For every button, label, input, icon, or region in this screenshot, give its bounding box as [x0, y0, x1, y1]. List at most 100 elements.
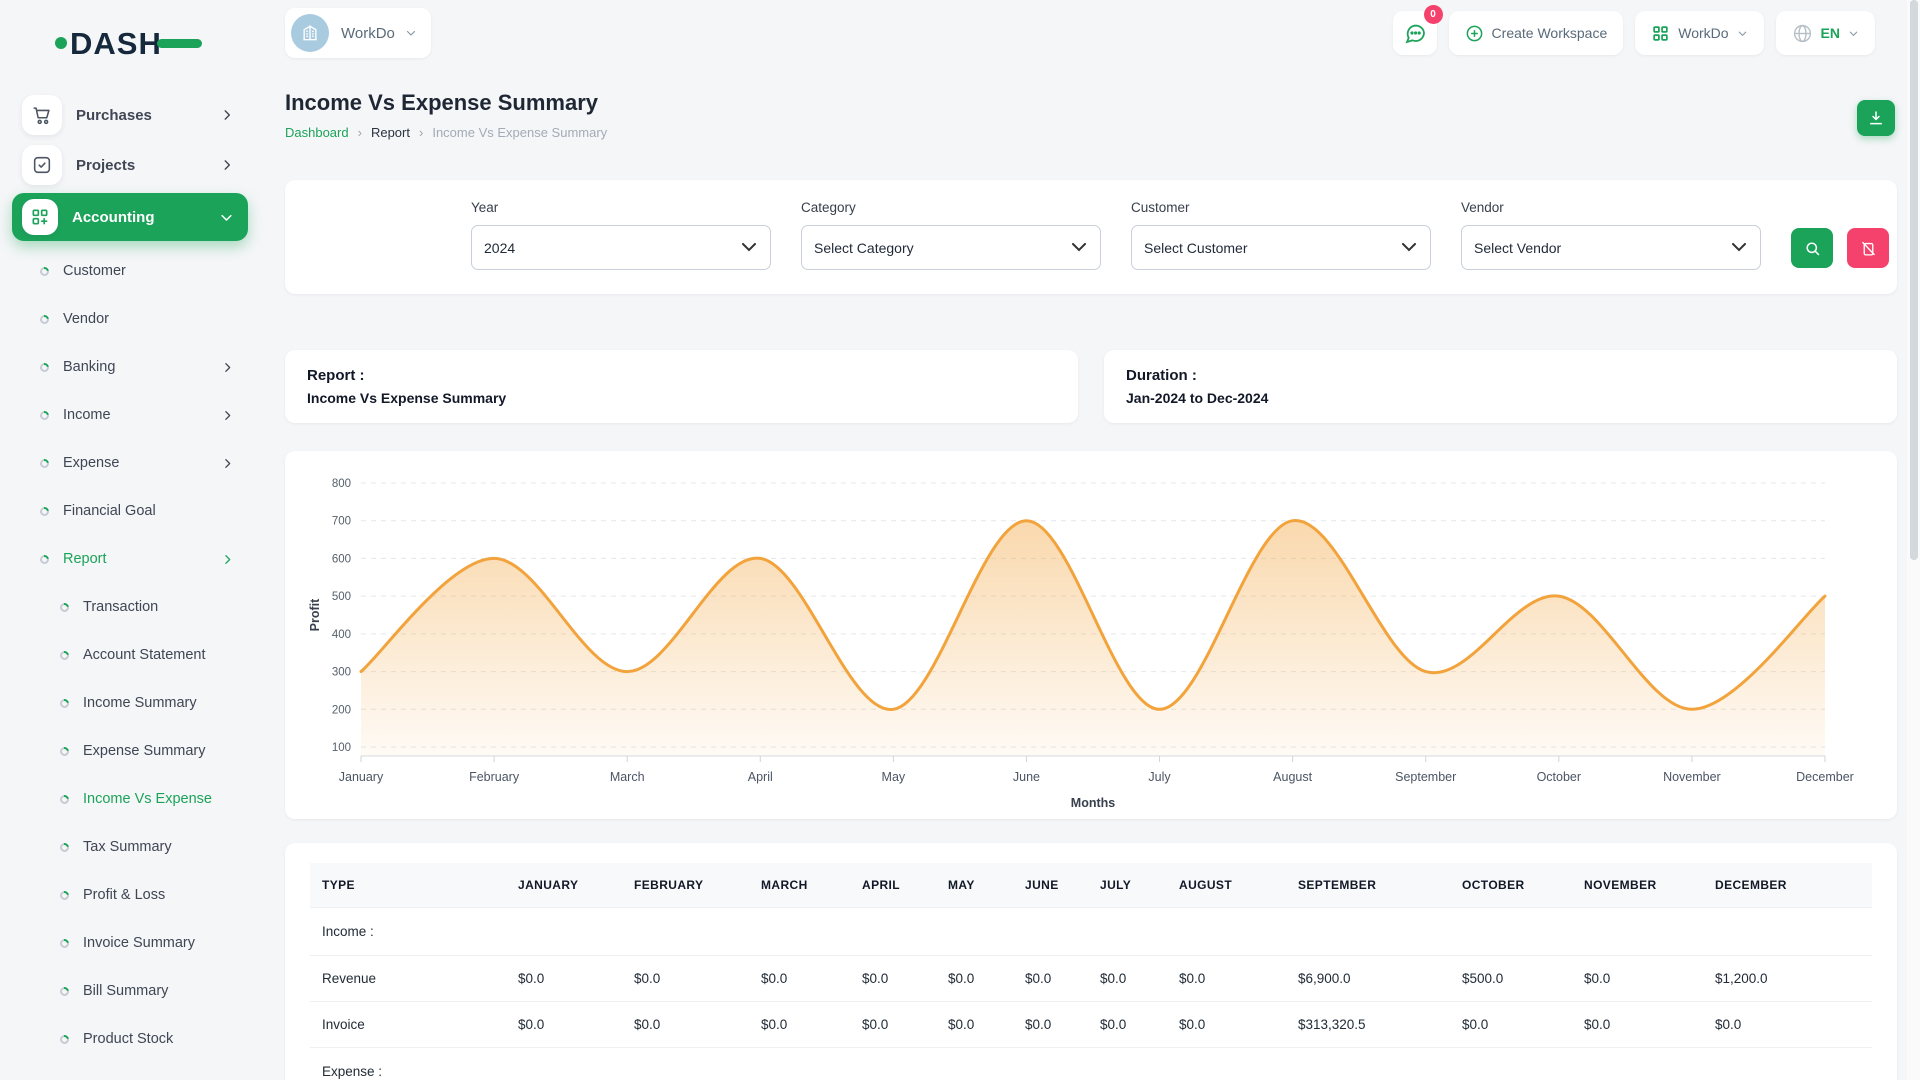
- category-select[interactable]: Select Category: [801, 225, 1101, 270]
- sidebar-item-vendor[interactable]: Vendor: [0, 295, 260, 343]
- status-ring-icon: [38, 313, 51, 326]
- dash-logo-icon: DASH: [54, 22, 204, 64]
- sidebar-item-profit-loss[interactable]: Profit & Loss: [0, 871, 260, 919]
- sidebar-item-accounting[interactable]: Accounting: [12, 193, 248, 241]
- vendor-label: Vendor: [1461, 200, 1761, 215]
- sidebar-item-expense-summary[interactable]: Expense Summary: [0, 727, 260, 775]
- sidebar-item-cash-flow[interactable]: Cash Flow: [0, 1063, 260, 1080]
- svg-text:June: June: [1013, 770, 1040, 784]
- chevron-down-icon: [405, 27, 417, 39]
- table-header-february: FEBRUARY: [622, 863, 749, 908]
- cell-value: $0.0: [850, 956, 936, 1002]
- sidebar-item-product-stock[interactable]: Product Stock: [0, 1015, 260, 1063]
- sidebar-item-label: Vendor: [63, 311, 109, 327]
- cell-value: $0.0: [749, 956, 850, 1002]
- cell-value: $0.0: [936, 1002, 1013, 1048]
- cell-value: $0.0: [622, 1002, 749, 1048]
- cell-value: $0.0: [506, 956, 622, 1002]
- chevron-right-icon: [221, 457, 234, 470]
- sidebar-item-label: Financial Goal: [63, 503, 156, 519]
- breadcrumb-report[interactable]: Report: [371, 125, 410, 140]
- scrollbar-thumb[interactable]: [1910, 0, 1918, 560]
- page-scrollbar[interactable]: [1907, 0, 1920, 1080]
- sidebar-item-account-statement[interactable]: Account Statement: [0, 631, 260, 679]
- messages-button[interactable]: 0: [1393, 11, 1437, 55]
- download-button[interactable]: [1857, 100, 1895, 136]
- workspace-selector[interactable]: WorkDo: [285, 8, 431, 58]
- sidebar-item-banking[interactable]: Banking: [0, 343, 260, 391]
- svg-text:April: April: [748, 770, 773, 784]
- sidebar-item-customer[interactable]: Customer: [0, 247, 260, 295]
- customer-select[interactable]: Select Customer: [1131, 225, 1431, 270]
- profit-chart-card: 100200300400500600700800JanuaryFebruaryM…: [285, 451, 1897, 819]
- duration-card: Duration : Jan-2024 to Dec-2024: [1104, 350, 1897, 423]
- table-header-april: APRIL: [850, 863, 936, 908]
- svg-text:DASH: DASH: [70, 26, 162, 61]
- status-ring-icon: [38, 457, 51, 470]
- duration-card-title: Duration :: [1126, 367, 1875, 384]
- language-selector[interactable]: EN: [1776, 11, 1875, 55]
- sidebar-item-label: Product Stock: [83, 1031, 173, 1047]
- year-select[interactable]: 2024: [471, 225, 771, 270]
- workdo-menu-button[interactable]: WorkDo: [1635, 11, 1763, 55]
- cell-value: $0.0: [1088, 956, 1167, 1002]
- chevron-down-icon: [1737, 28, 1748, 39]
- vendor-select[interactable]: Select Vendor: [1461, 225, 1761, 270]
- reset-filter-button[interactable]: [1847, 228, 1889, 268]
- sidebar-item-projects[interactable]: Projects: [12, 143, 248, 187]
- app-logo: DASH: [0, 14, 260, 87]
- sidebar-item-income-vs-expense[interactable]: Income Vs Expense: [0, 775, 260, 823]
- language-code: EN: [1821, 25, 1840, 41]
- sidebar-item-income[interactable]: Income: [0, 391, 260, 439]
- chevron-right-icon: [220, 108, 234, 122]
- report-card: Report : Income Vs Expense Summary: [285, 350, 1078, 423]
- cell-value: $0.0: [1167, 1002, 1286, 1048]
- breadcrumb-dashboard[interactable]: Dashboard: [285, 125, 349, 140]
- sidebar-item-expense[interactable]: Expense: [0, 439, 260, 487]
- table-header-january: JANUARY: [506, 863, 622, 908]
- sidebar-item-tax-summary[interactable]: Tax Summary: [0, 823, 260, 871]
- cell-value: $0.0: [1703, 1002, 1872, 1048]
- sidebar-item-label: Customer: [63, 263, 126, 279]
- globe-icon: [1792, 23, 1813, 44]
- cell-value: $500.0: [1450, 956, 1572, 1002]
- section-label: Income :: [310, 908, 1872, 956]
- sidebar-item-transaction[interactable]: Transaction: [0, 583, 260, 631]
- sidebar-item-income-summary[interactable]: Income Summary: [0, 679, 260, 727]
- filter-customer: Customer Select Customer: [1131, 200, 1431, 270]
- apply-filter-button[interactable]: [1791, 228, 1833, 268]
- page-title: Income Vs Expense Summary: [285, 90, 1897, 116]
- filter-buttons: [1791, 228, 1889, 270]
- accounting-grid-icon: [22, 199, 58, 235]
- svg-text:Months: Months: [1071, 796, 1115, 810]
- status-ring-icon: [58, 841, 71, 854]
- cell-value: $313,320.5: [1286, 1002, 1450, 1048]
- sidebar-item-invoice-summary[interactable]: Invoice Summary: [0, 919, 260, 967]
- cell-value: $0.0: [506, 1002, 622, 1048]
- sidebar-item-financial-goal[interactable]: Financial Goal: [0, 487, 260, 535]
- table-header-september: SEPTEMBER: [1286, 863, 1450, 908]
- sidebar-item-bill-summary[interactable]: Bill Summary: [0, 967, 260, 1015]
- status-ring-icon: [58, 697, 71, 710]
- messages-badge: 0: [1424, 5, 1443, 24]
- status-ring-icon: [38, 265, 51, 278]
- svg-text:500: 500: [332, 591, 351, 603]
- sidebar-item-report[interactable]: Report: [0, 535, 260, 583]
- cell-value: $0.0: [622, 956, 749, 1002]
- chevron-sep-icon: ›: [358, 125, 362, 140]
- sidebar-item-purchases[interactable]: Purchases: [12, 93, 248, 137]
- table-section-row: Expense :: [310, 1048, 1872, 1080]
- sidebar-item-label: Purchases: [76, 107, 152, 124]
- create-workspace-button[interactable]: Create Workspace: [1449, 11, 1624, 55]
- table-header-july: JULY: [1088, 863, 1167, 908]
- chevron-right-icon: [221, 409, 234, 422]
- report-card-value: Income Vs Expense Summary: [307, 390, 1056, 406]
- chevron-sep-icon: ›: [419, 125, 423, 140]
- table-header-august: AUGUST: [1167, 863, 1286, 908]
- cell-value: $1,200.0: [1703, 956, 1872, 1002]
- filter-vendor: Vendor Select Vendor: [1461, 200, 1761, 270]
- svg-text:February: February: [469, 770, 520, 784]
- table-header-type: TYPE: [310, 863, 506, 908]
- svg-text:August: August: [1273, 770, 1312, 784]
- plus-circle-icon: [1465, 24, 1484, 43]
